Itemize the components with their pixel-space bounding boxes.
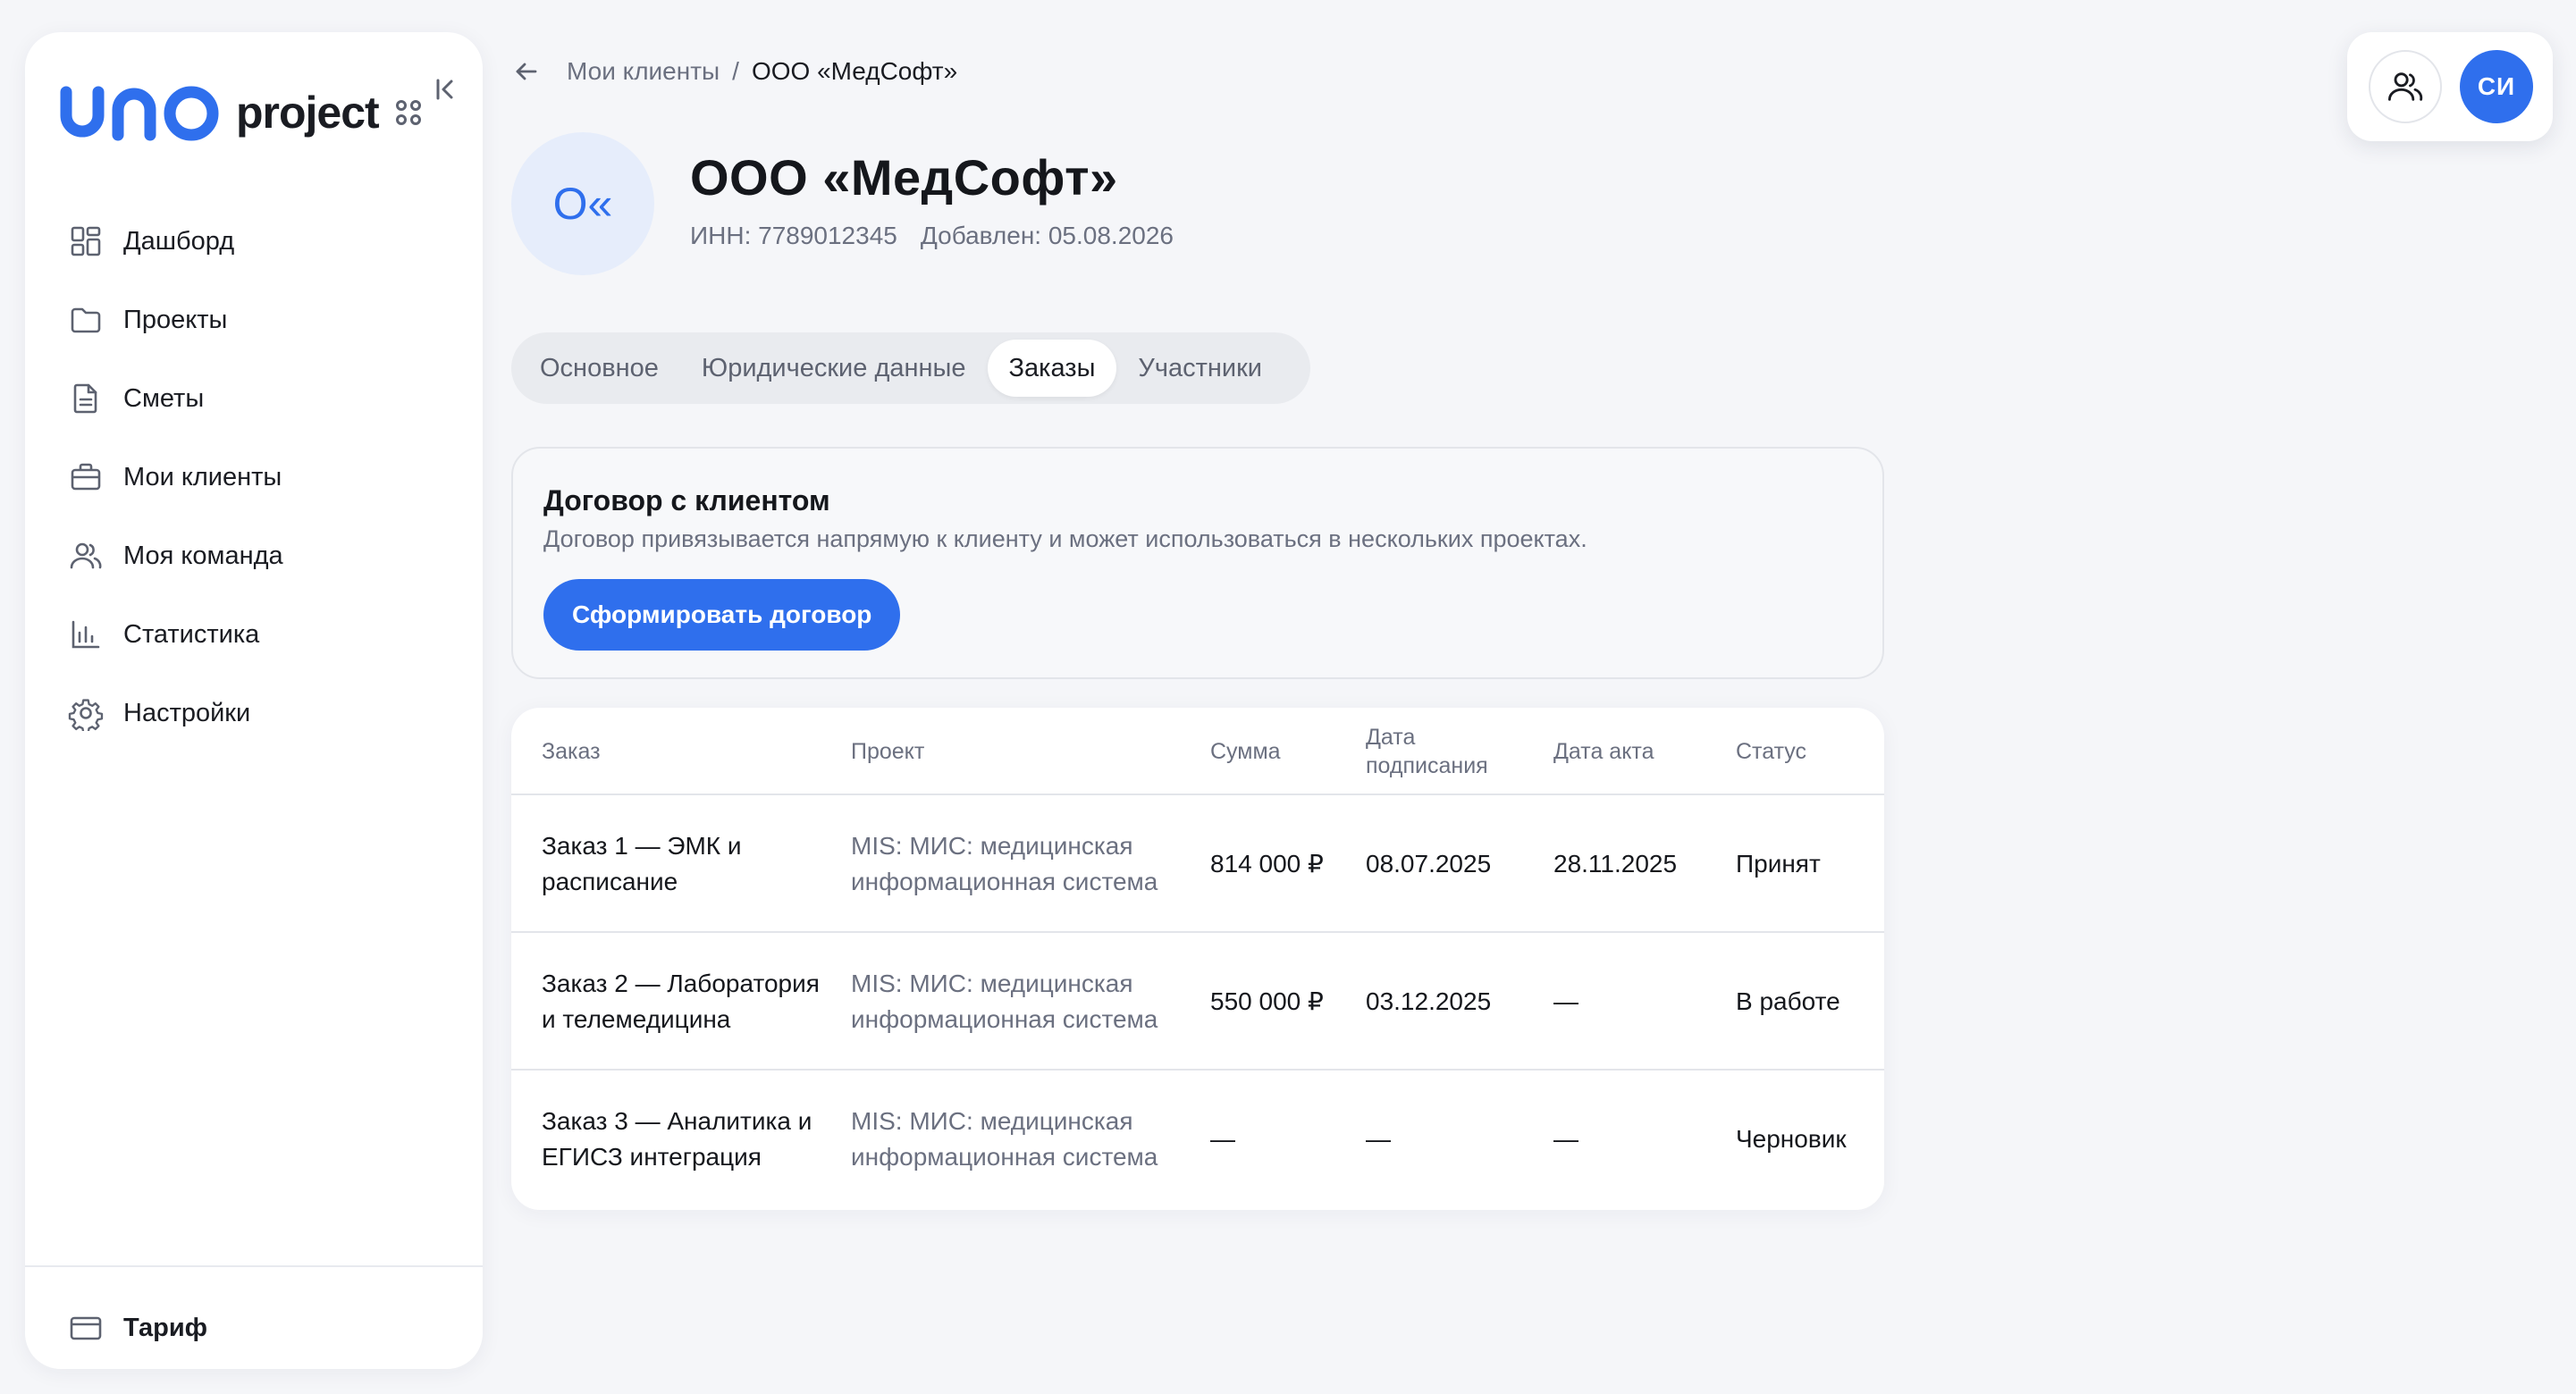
team-button[interactable]: [2369, 50, 2442, 123]
breadcrumb: Мои клиенты / ООО «МедСофт»: [511, 52, 957, 91]
contract-title: Договор с клиентом: [543, 484, 830, 516]
gear-icon: [68, 699, 104, 731]
sidebar-item-label: Статистика: [123, 619, 260, 649]
column-header-signed-date: Дата подписания: [1366, 725, 1488, 778]
table-row[interactable]: Заказ 3 — Аналитика и ЕГИСЗ интеграция M…: [511, 1071, 1884, 1208]
sidebar-item-projects[interactable]: Проекты: [25, 281, 483, 359]
column-header-status: Статус: [1736, 739, 1807, 764]
table-row[interactable]: Заказ 1 — ЭМК и расписание MIS: МИС: мед…: [511, 795, 1884, 933]
column-header-act-date: Дата акта: [1553, 739, 1654, 764]
order-name: Заказ 3 — Аналитика и ЕГИСЗ интеграция: [542, 1107, 812, 1171]
order-amount: —: [1210, 1125, 1235, 1153]
order-name: Заказ 1 — ЭМК и расписание: [542, 832, 742, 895]
orders-table: Заказ Проект Сумма Дата подписания Дата …: [511, 708, 1884, 1210]
tab-orders[interactable]: Заказы: [987, 340, 1117, 397]
client-avatar: О«: [511, 132, 654, 275]
sidebar-item-settings[interactable]: Настройки: [25, 674, 483, 752]
column-header-amount: Сумма: [1210, 739, 1281, 764]
breadcrumb-separator: /: [732, 57, 739, 85]
generate-contract-button[interactable]: Сформировать договор: [543, 579, 901, 651]
sidebar-item-label: Настройки: [123, 698, 251, 727]
order-signed-date: 03.12.2025: [1366, 987, 1492, 1015]
sidebar-item-clients[interactable]: Мои клиенты: [25, 438, 483, 516]
tab-legal-data[interactable]: Юридические данные: [680, 340, 988, 397]
sidebar-item-label: Сметы: [123, 383, 205, 413]
order-signed-date: 08.07.2025: [1366, 850, 1492, 878]
sidebar-item-label: Мои клиенты: [123, 462, 282, 491]
order-amount: 814 000 ₽: [1210, 850, 1324, 878]
client-added-date: Добавлен: 05.08.2026: [920, 222, 1174, 249]
order-project: MIS: МИС: медицинская информационная сис…: [851, 970, 1158, 1033]
sidebar: project Дашборд Проекты Сметы Мои клиент…: [25, 32, 483, 1369]
sidebar-item-label: Проекты: [123, 305, 228, 334]
sidebar-item-label: Дашборд: [123, 226, 235, 256]
contract-card: Договор с клиентом Договор привязывается…: [511, 447, 1884, 679]
dashboard-icon: [71, 226, 101, 256]
order-act-date: 28.11.2025: [1553, 850, 1678, 878]
contract-description: Договор привязывается напрямую к клиенту…: [543, 525, 1587, 552]
client-inn: ИНН: 7789012345: [690, 222, 897, 249]
user-controls: СИ: [2347, 32, 2553, 141]
order-status: В работе: [1736, 987, 1840, 1015]
sidebar-item-statistics[interactable]: Статистика: [25, 595, 483, 674]
order-signed-date: —: [1366, 1125, 1391, 1153]
order-project: MIS: МИС: медицинская информационная сис…: [851, 1107, 1158, 1171]
order-project: MIS: МИС: медицинская информационная сис…: [851, 832, 1158, 895]
briefcase-icon: [71, 463, 101, 491]
chart-icon: [72, 620, 100, 649]
table-header: Заказ Проект Сумма Дата подписания Дата …: [511, 708, 1884, 795]
order-act-date: —: [1553, 987, 1578, 1015]
logo-text: project: [236, 88, 380, 138]
logo[interactable]: project: [57, 59, 477, 166]
order-amount: 550 000 ₽: [1210, 987, 1324, 1015]
order-status: Черновик: [1736, 1125, 1847, 1153]
tabs: Основное Юридические данные Заказы Участ…: [511, 332, 1310, 404]
sidebar-nav: Дашборд Проекты Сметы Мои клиенты Моя ко…: [25, 202, 483, 752]
client-meta: ИНН: 7789012345 Добавлен: 05.08.2026: [690, 222, 1174, 250]
tab-participants[interactable]: Участники: [1116, 340, 1284, 397]
tab-main[interactable]: Основное: [518, 340, 680, 397]
sidebar-item-label: Моя команда: [123, 541, 283, 570]
collapse-sidebar-button[interactable]: [427, 71, 463, 107]
sidebar-item-estimates[interactable]: Сметы: [25, 359, 483, 438]
user-avatar[interactable]: СИ: [2460, 50, 2533, 123]
table-row[interactable]: Заказ 2 — Лаборатория и телемедицина MIS…: [511, 933, 1884, 1071]
team-icon: [70, 542, 102, 569]
page-title: ООО «МедСофт»: [690, 149, 1118, 206]
order-name: Заказ 2 — Лаборатория и телемедицина: [542, 970, 820, 1033]
sidebar-item-tariff[interactable]: Тариф: [25, 1289, 483, 1367]
breadcrumb-current: ООО «МедСофт»: [751, 57, 958, 85]
folder-icon: [71, 307, 101, 333]
order-status: Принят: [1736, 850, 1821, 878]
sidebar-item-team[interactable]: Моя команда: [25, 516, 483, 595]
team-icon: [2387, 72, 2423, 101]
sidebar-divider: [25, 1265, 483, 1267]
uno-logo-icon: [60, 86, 219, 141]
breadcrumb-parent-link[interactable]: Мои клиенты: [567, 57, 720, 86]
column-header-order: Заказ: [542, 739, 601, 764]
back-arrow-icon[interactable]: [511, 56, 542, 87]
collapse-icon: [436, 79, 453, 100]
credit-card-icon: [70, 1316, 102, 1340]
document-icon: [73, 383, 97, 414]
order-act-date: —: [1553, 1125, 1578, 1153]
apps-grid-icon[interactable]: [395, 99, 422, 126]
sidebar-item-dashboard[interactable]: Дашборд: [25, 202, 483, 281]
column-header-project: Проект: [851, 739, 925, 764]
tariff-label: Тариф: [123, 1313, 208, 1342]
